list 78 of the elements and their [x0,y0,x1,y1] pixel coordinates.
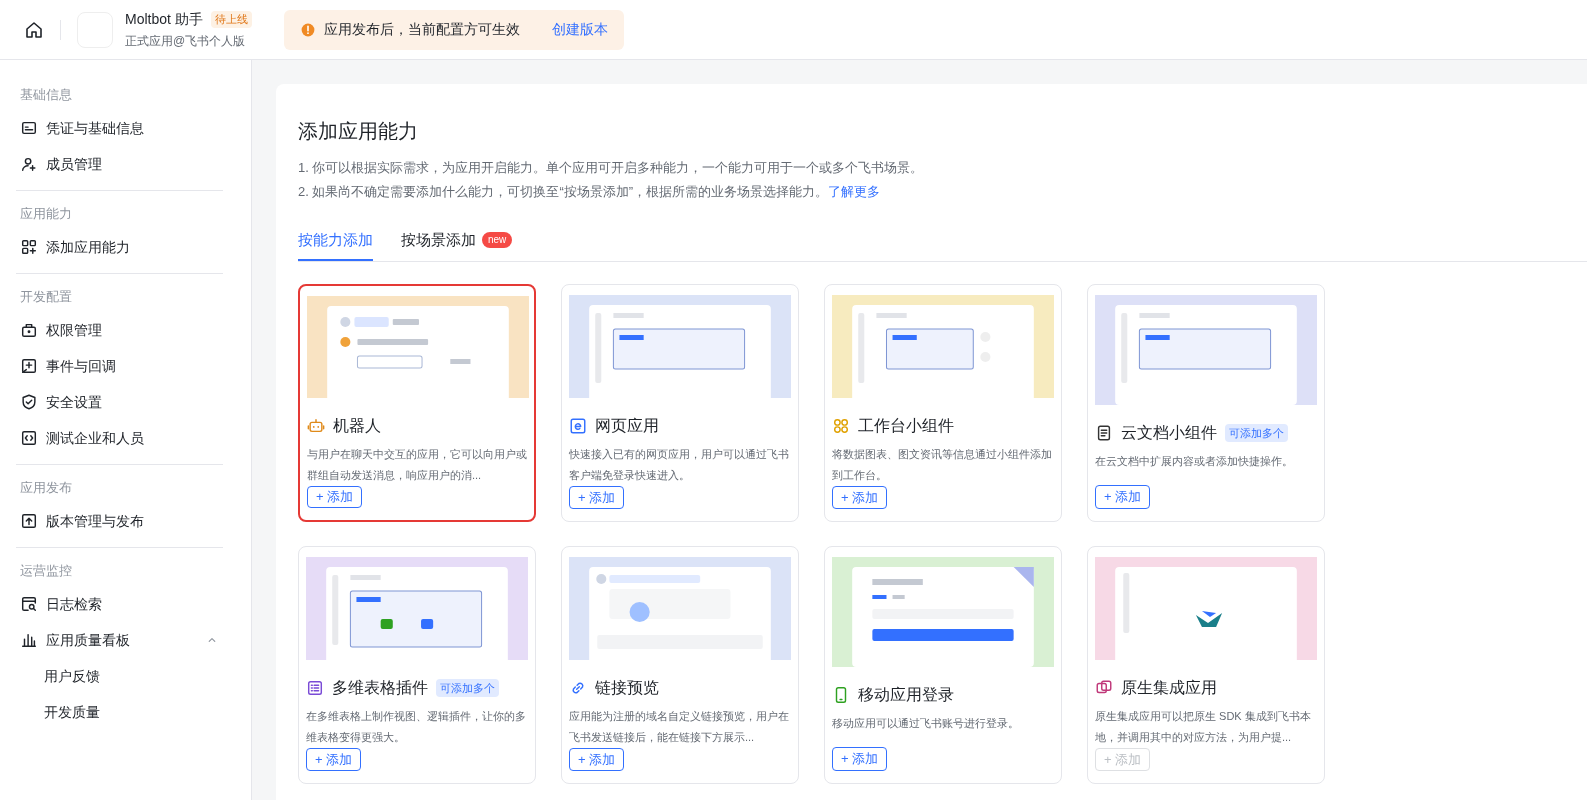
tag-badge: 可添加多个 [436,679,499,698]
sidebar-subitem[interactable]: 用户反馈 [16,658,235,694]
status-badge: 待上线 [210,11,252,28]
capability-card[interactable]: 工作台小组件 将数据图表、图文资讯等信息通过小组件添加到工作台。 + 添加 [824,284,1062,522]
app-subtitle: 正式应用@飞书个人版 [125,33,247,50]
sidebar-item[interactable]: 事件与回调 [16,348,235,384]
card-title: 移动应用登录 [858,685,954,705]
add-button[interactable]: + 添加 [306,748,362,771]
section-label: 基础信息 [19,86,73,105]
card-description: 原生集成应用可以把原生 SDK 集成到飞书本地，并调用其中的对应方法，为用户提... [1095,709,1312,746]
home-icon [24,19,44,40]
capability-card[interactable]: 多维表格插件 可添加多个 在多维表格上制作视图、逻辑插件，让你的多维表格变得更强大。 + 添加 [298,546,536,784]
sidebar-item[interactable]: 凭证与基础信息 [16,110,235,146]
card-title: 工作台小组件 [858,416,954,437]
description-text: 2. 如果尚不确定需要添加什么能力，可切换至“按场景添加”，根据所需的业务场景选择能力。 [298,182,829,201]
card-title: 机器人 [333,415,381,436]
add-button[interactable]: + 添加 [569,748,625,771]
capability-card[interactable]: 网页应用 快速接入已有的网页应用，用户可以通过飞书客户端免登录快速进入。 + 添加 [561,284,799,522]
card-title: 网页应用 [595,416,659,437]
card-description: 在多维表格上制作视图、逻辑插件，让你的多维表格变得更强大。 [306,709,527,746]
sidebar-subitem[interactable]: 开发质量 [16,694,235,730]
card-description: 快速接入已有的网页应用，用户可以通过飞书客户端免登录快速进入。 [569,447,790,484]
card-description: 与用户在聊天中交互的应用，它可以向用户或群组自动发送消息，响应用户的消... [307,446,528,483]
sidebar-item[interactable]: 安全设置 [16,384,235,420]
plus-box-icon [20,357,38,375]
card-description: 移动应用可以通过飞书账号进行登录。 [832,716,1020,731]
shield-check-icon [20,393,38,411]
tab[interactable]: 按能力添加 [298,221,373,261]
section-label: 应用发布 [19,479,73,498]
bar-chart-icon [20,631,38,649]
tab[interactable]: 按场景添加 new [401,221,513,261]
capability-card[interactable]: 移动应用登录 移动应用可以通过飞书账号进行登录。 + 添加 [824,546,1062,784]
add-button[interactable]: + 添加 [569,486,625,509]
notice-text: 应用发布后，当前配置方可生效 [323,20,520,39]
learn-more-link[interactable]: 了解更多 [828,181,881,201]
sidebar-item[interactable]: 权限管理 [16,312,235,348]
briefcase-icon [20,321,38,339]
add-button[interactable]: + 添加 [832,747,888,771]
section-label: 运营监控 [19,562,73,581]
section-label: 开发配置 [19,288,73,307]
sidebar-item[interactable]: 测试企业和人员 [16,420,235,456]
card-title: 链接预览 [595,678,659,699]
capability-card[interactable]: 机器人 与用户在聊天中交互的应用，它可以向用户或群组自动发送消息，响应用户的消... + 添加 [298,284,536,522]
grid-plus-icon [20,238,38,256]
sidebar-item[interactable]: 日志检索 [16,586,235,622]
log-search-icon [20,595,38,613]
add-button[interactable]: + 添加 [307,485,363,508]
sidebar-item[interactable]: 成员管理 [16,146,235,182]
add-button[interactable]: + 添加 [1095,485,1151,509]
warning-icon [299,21,316,38]
upload-icon [20,512,38,530]
section-label: 应用能力 [19,205,73,224]
sidebar-item[interactable]: 版本管理与发布 [16,503,235,539]
new-badge: new [482,232,513,248]
web-page-icon [569,417,587,436]
card-description: 将数据图表、图文资讯等信息通过小组件添加到工作台。 [832,447,1053,484]
app-name: Moltbot 助手 [125,10,203,29]
add-button[interactable]: + 添加 [832,486,888,509]
page-title: 添加应用能力 [298,119,419,144]
card-description: 在云文档中扩展内容或者添加快捷操作。 [1095,454,1294,469]
tag-badge: 可添加多个 [1225,424,1288,442]
list-table-icon [306,679,324,698]
card-title: 多维表格插件 [332,678,428,699]
create-version-link[interactable]: 创建版本 [551,19,608,40]
card-title: 云文档小组件 [1121,423,1217,443]
card-description: 应用能为注册的域名自定义链接预览，用户在飞书发送链接后，能在链接下方展示... [569,709,790,746]
robot-icon [307,416,325,435]
capability-card[interactable]: 云文档小组件 可添加多个 在云文档中扩展内容或者添加快捷操作。 + 添加 [1087,284,1325,522]
code-icon [20,429,38,447]
card-title: 原生集成应用 [1121,678,1217,699]
capability-card[interactable]: 链接预览 应用能为注册的域名自定义链接预览，用户在飞书发送链接后，能在链接下方展示... + 添加 [561,546,799,784]
widget-icon [832,417,850,436]
description-text: 1. 你可以根据实际需求，为应用开启能力。单个应用可开启多种能力，一个能力可用于一个或多个飞书场景。 [298,159,925,177]
document-icon [1095,424,1113,442]
user-plus-icon [20,155,38,173]
sidebar-item[interactable]: 应用质量看板 [16,622,235,658]
sidebar-item[interactable]: 添加应用能力 [16,229,235,265]
id-card-icon [20,119,38,137]
